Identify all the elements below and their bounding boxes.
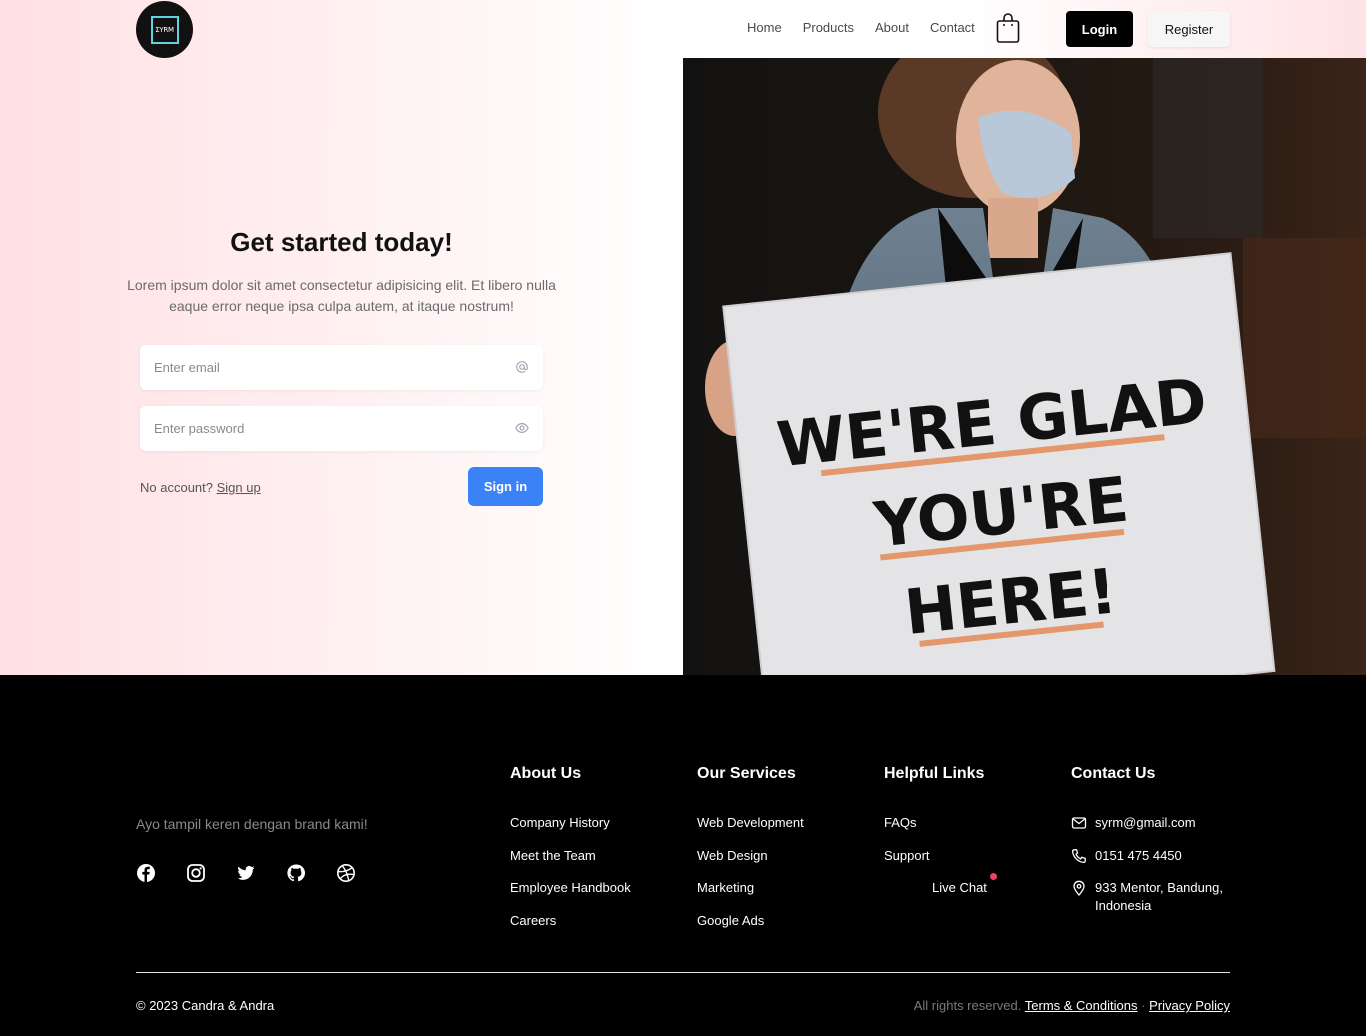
- footer-col-help: Helpful Links FAQs Support Live Chat: [884, 765, 997, 912]
- copyright: © 2023 Candra & Andra: [136, 998, 275, 1013]
- footer-link-google-ads[interactable]: Google Ads: [697, 912, 804, 945]
- legal-separator: ·: [1141, 998, 1146, 1013]
- contact-email-text: syrm@gmail.com: [1095, 815, 1196, 830]
- password-field-wrapper: [140, 406, 543, 451]
- password-field[interactable]: [140, 406, 543, 451]
- footer-help-title: Helpful Links: [884, 765, 985, 782]
- footer-link-support[interactable]: Support: [884, 847, 987, 880]
- nav-link-contact[interactable]: Contact: [930, 20, 975, 35]
- hero-photo: WE'RE GLAD YOU'RE HERE!: [683, 58, 1366, 675]
- at-icon: [516, 361, 528, 373]
- login-button[interactable]: Login: [1066, 11, 1133, 47]
- register-button[interactable]: Register: [1148, 11, 1230, 47]
- footer-tagline: Ayo tampil keren dengan brand kami!: [136, 816, 368, 832]
- privacy-link[interactable]: Privacy Policy: [1149, 998, 1230, 1013]
- eye-icon[interactable]: [515, 421, 529, 435]
- footer-link-marketing[interactable]: Marketing: [697, 879, 804, 912]
- nav-link-products[interactable]: Products: [803, 20, 854, 35]
- footer-link-web-development[interactable]: Web Development: [697, 814, 804, 847]
- footer-link-careers[interactable]: Careers: [510, 912, 631, 945]
- rights-text: All rights reserved.: [913, 998, 1022, 1013]
- phone-icon: [1071, 848, 1086, 863]
- nav-links: Home Products About Contact: [747, 20, 975, 35]
- logo-text: ΣΥRM: [155, 25, 174, 34]
- signin-button[interactable]: Sign in: [468, 467, 543, 506]
- footer-col-about: About Us Company History Meet the Team E…: [510, 765, 631, 944]
- social-links: [136, 863, 356, 883]
- contact-phone[interactable]: 0151 475 4450: [1071, 847, 1225, 880]
- legal-links: All rights reserved. Terms & Conditions …: [914, 998, 1230, 1013]
- footer-contact-title: Contact Us: [1071, 765, 1156, 782]
- footer-col-services: Our Services Web Development Web Design …: [697, 765, 804, 944]
- footer-services-title: Our Services: [697, 765, 796, 782]
- no-account-label: No account?: [140, 480, 213, 495]
- terms-link[interactable]: Terms & Conditions: [1025, 998, 1138, 1013]
- contact-email[interactable]: syrm@gmail.com: [1071, 814, 1225, 847]
- hero-section: ΣΥRM Home Products About Contact Login R…: [0, 0, 1366, 675]
- footer: Ayo tampil keren dengan brand kami! Abou…: [0, 675, 1366, 1036]
- nav-link-about[interactable]: About: [875, 20, 909, 35]
- footer-link-company-history[interactable]: Company History: [510, 814, 631, 847]
- footer-link-employee-handbook[interactable]: Employee Handbook: [510, 879, 631, 912]
- mail-icon: [1071, 817, 1087, 829]
- nav-link-home[interactable]: Home: [747, 20, 782, 35]
- footer-link-web-design[interactable]: Web Design: [697, 847, 804, 880]
- logo-mark: ΣΥRM: [150, 15, 179, 44]
- hero-title: Get started today!: [230, 227, 453, 257]
- twitter-icon[interactable]: [236, 863, 256, 883]
- email-field[interactable]: [140, 345, 543, 390]
- footer-col-contact: Contact Us syrm@gmail.com 0151 475 4450: [1071, 765, 1225, 913]
- no-account-text: No account? Sign up: [140, 480, 261, 495]
- signup-link[interactable]: Sign up: [217, 480, 261, 495]
- footer-link-live-chat-item: Live Chat: [884, 873, 997, 912]
- dribbble-icon[interactable]: [336, 863, 356, 883]
- facebook-icon[interactable]: [136, 863, 156, 883]
- contact-address-text: 933 Mentor, Bandung, Indonesia: [1095, 880, 1223, 913]
- live-chat-label: Live Chat: [932, 880, 987, 895]
- github-icon[interactable]: [286, 863, 306, 883]
- instagram-icon[interactable]: [186, 863, 206, 883]
- footer-link-live-chat[interactable]: Live Chat: [932, 873, 997, 897]
- contact-address: 933 Mentor, Bandung, Indonesia: [1071, 879, 1225, 913]
- location-pin-icon: [1073, 880, 1085, 896]
- logo[interactable]: ΣΥRM: [136, 1, 193, 58]
- footer-about-title: About Us: [510, 765, 582, 782]
- contact-phone-text: 0151 475 4450: [1095, 847, 1182, 863]
- footer-link-faqs[interactable]: FAQs: [884, 814, 987, 847]
- navbar: ΣΥRM Home Products About Contact Login R…: [0, 0, 1366, 58]
- live-indicator-dot: [989, 873, 997, 880]
- hero-subtitle: Lorem ipsum dolor sit amet consectetur a…: [127, 277, 556, 314]
- footer-divider: [136, 972, 1230, 973]
- email-field-wrapper: [140, 345, 543, 390]
- hero-photo-illustration: WE'RE GLAD YOU'RE HERE!: [683, 58, 1366, 675]
- shopping-bag-icon[interactable]: [996, 12, 1020, 44]
- footer-link-meet-team[interactable]: Meet the Team: [510, 847, 631, 880]
